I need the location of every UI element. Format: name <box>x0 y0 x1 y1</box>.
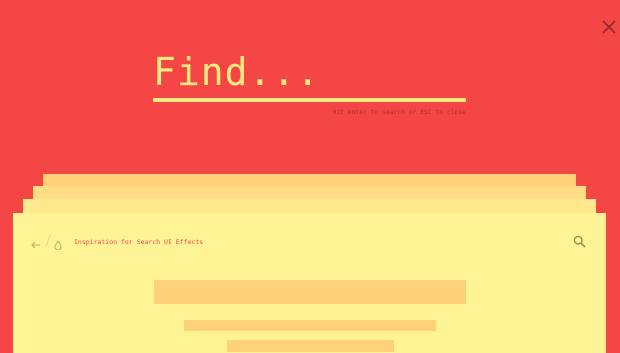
back-button[interactable] <box>31 235 41 254</box>
arrow-left-icon <box>31 241 40 249</box>
placeholder-block <box>154 280 466 304</box>
search-input[interactable] <box>153 50 466 102</box>
inspiration-link[interactable]: Inspiration for Search UI Effects <box>74 238 203 246</box>
placeholder-block <box>184 320 436 331</box>
search-hint: Hit enter to search or ESC to close <box>332 109 466 116</box>
page-header: Inspiration for Search UI Effects <box>13 233 606 252</box>
divider-slash <box>45 233 51 252</box>
close-icon <box>602 20 616 34</box>
search-form: Hit enter to search or ESC to close <box>153 50 466 116</box>
search-button[interactable] <box>573 233 586 252</box>
search-icon <box>573 235 586 248</box>
placeholder-block <box>227 340 394 352</box>
drop-icon <box>54 235 62 254</box>
page-preview: Inspiration for Search UI Effects <box>13 213 606 353</box>
close-button[interactable] <box>600 18 618 36</box>
